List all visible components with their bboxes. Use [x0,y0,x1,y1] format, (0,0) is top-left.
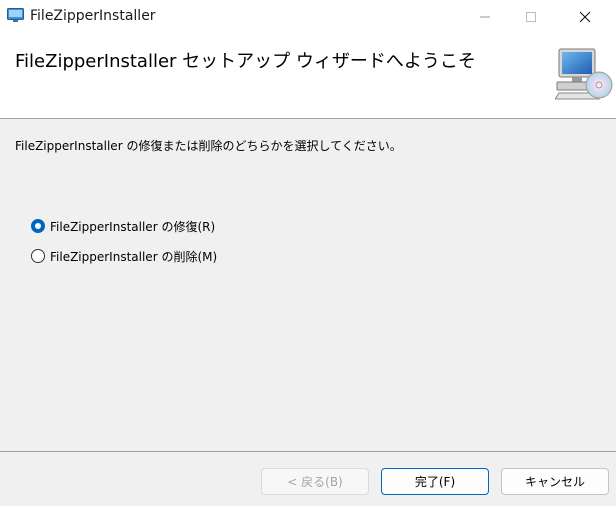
back-button[interactable]: < 戻る(B) [261,468,369,495]
finish-button[interactable]: 完了(F) [381,468,489,495]
close-button[interactable] [562,0,608,33]
remove-radio[interactable] [31,249,45,263]
remove-option[interactable]: FileZipperInstaller の削除(M) [31,247,217,265]
remove-option-label[interactable]: FileZipperInstaller の削除(M) [50,248,217,265]
repair-option[interactable]: FileZipperInstaller の修復(R) [31,217,215,235]
repair-radio[interactable] [31,219,45,233]
title-bar[interactable]: FileZipperInstaller [0,0,616,33]
repair-option-label[interactable]: FileZipperInstaller の修復(R) [50,218,215,235]
minimize-button[interactable] [462,0,508,33]
minimize-icon [480,16,490,17]
wizard-title: FileZipperInstaller セットアップ ウィザードへようこそ [15,51,476,72]
computer-cd-icon [555,48,613,100]
wizard-header: FileZipperInstaller セットアップ ウィザードへようこそ [0,33,616,119]
window-title: FileZipperInstaller [30,8,156,24]
installer-app-icon [7,8,24,22]
maximize-icon [526,11,536,22]
cancel-button[interactable]: キャンセル [501,468,609,495]
instruction-text: FileZipperInstaller の修復または削除のどちらかを選択してくだ… [15,139,402,153]
maximize-button[interactable] [508,0,554,33]
close-icon [579,11,591,22]
footer-divider [0,451,616,452]
